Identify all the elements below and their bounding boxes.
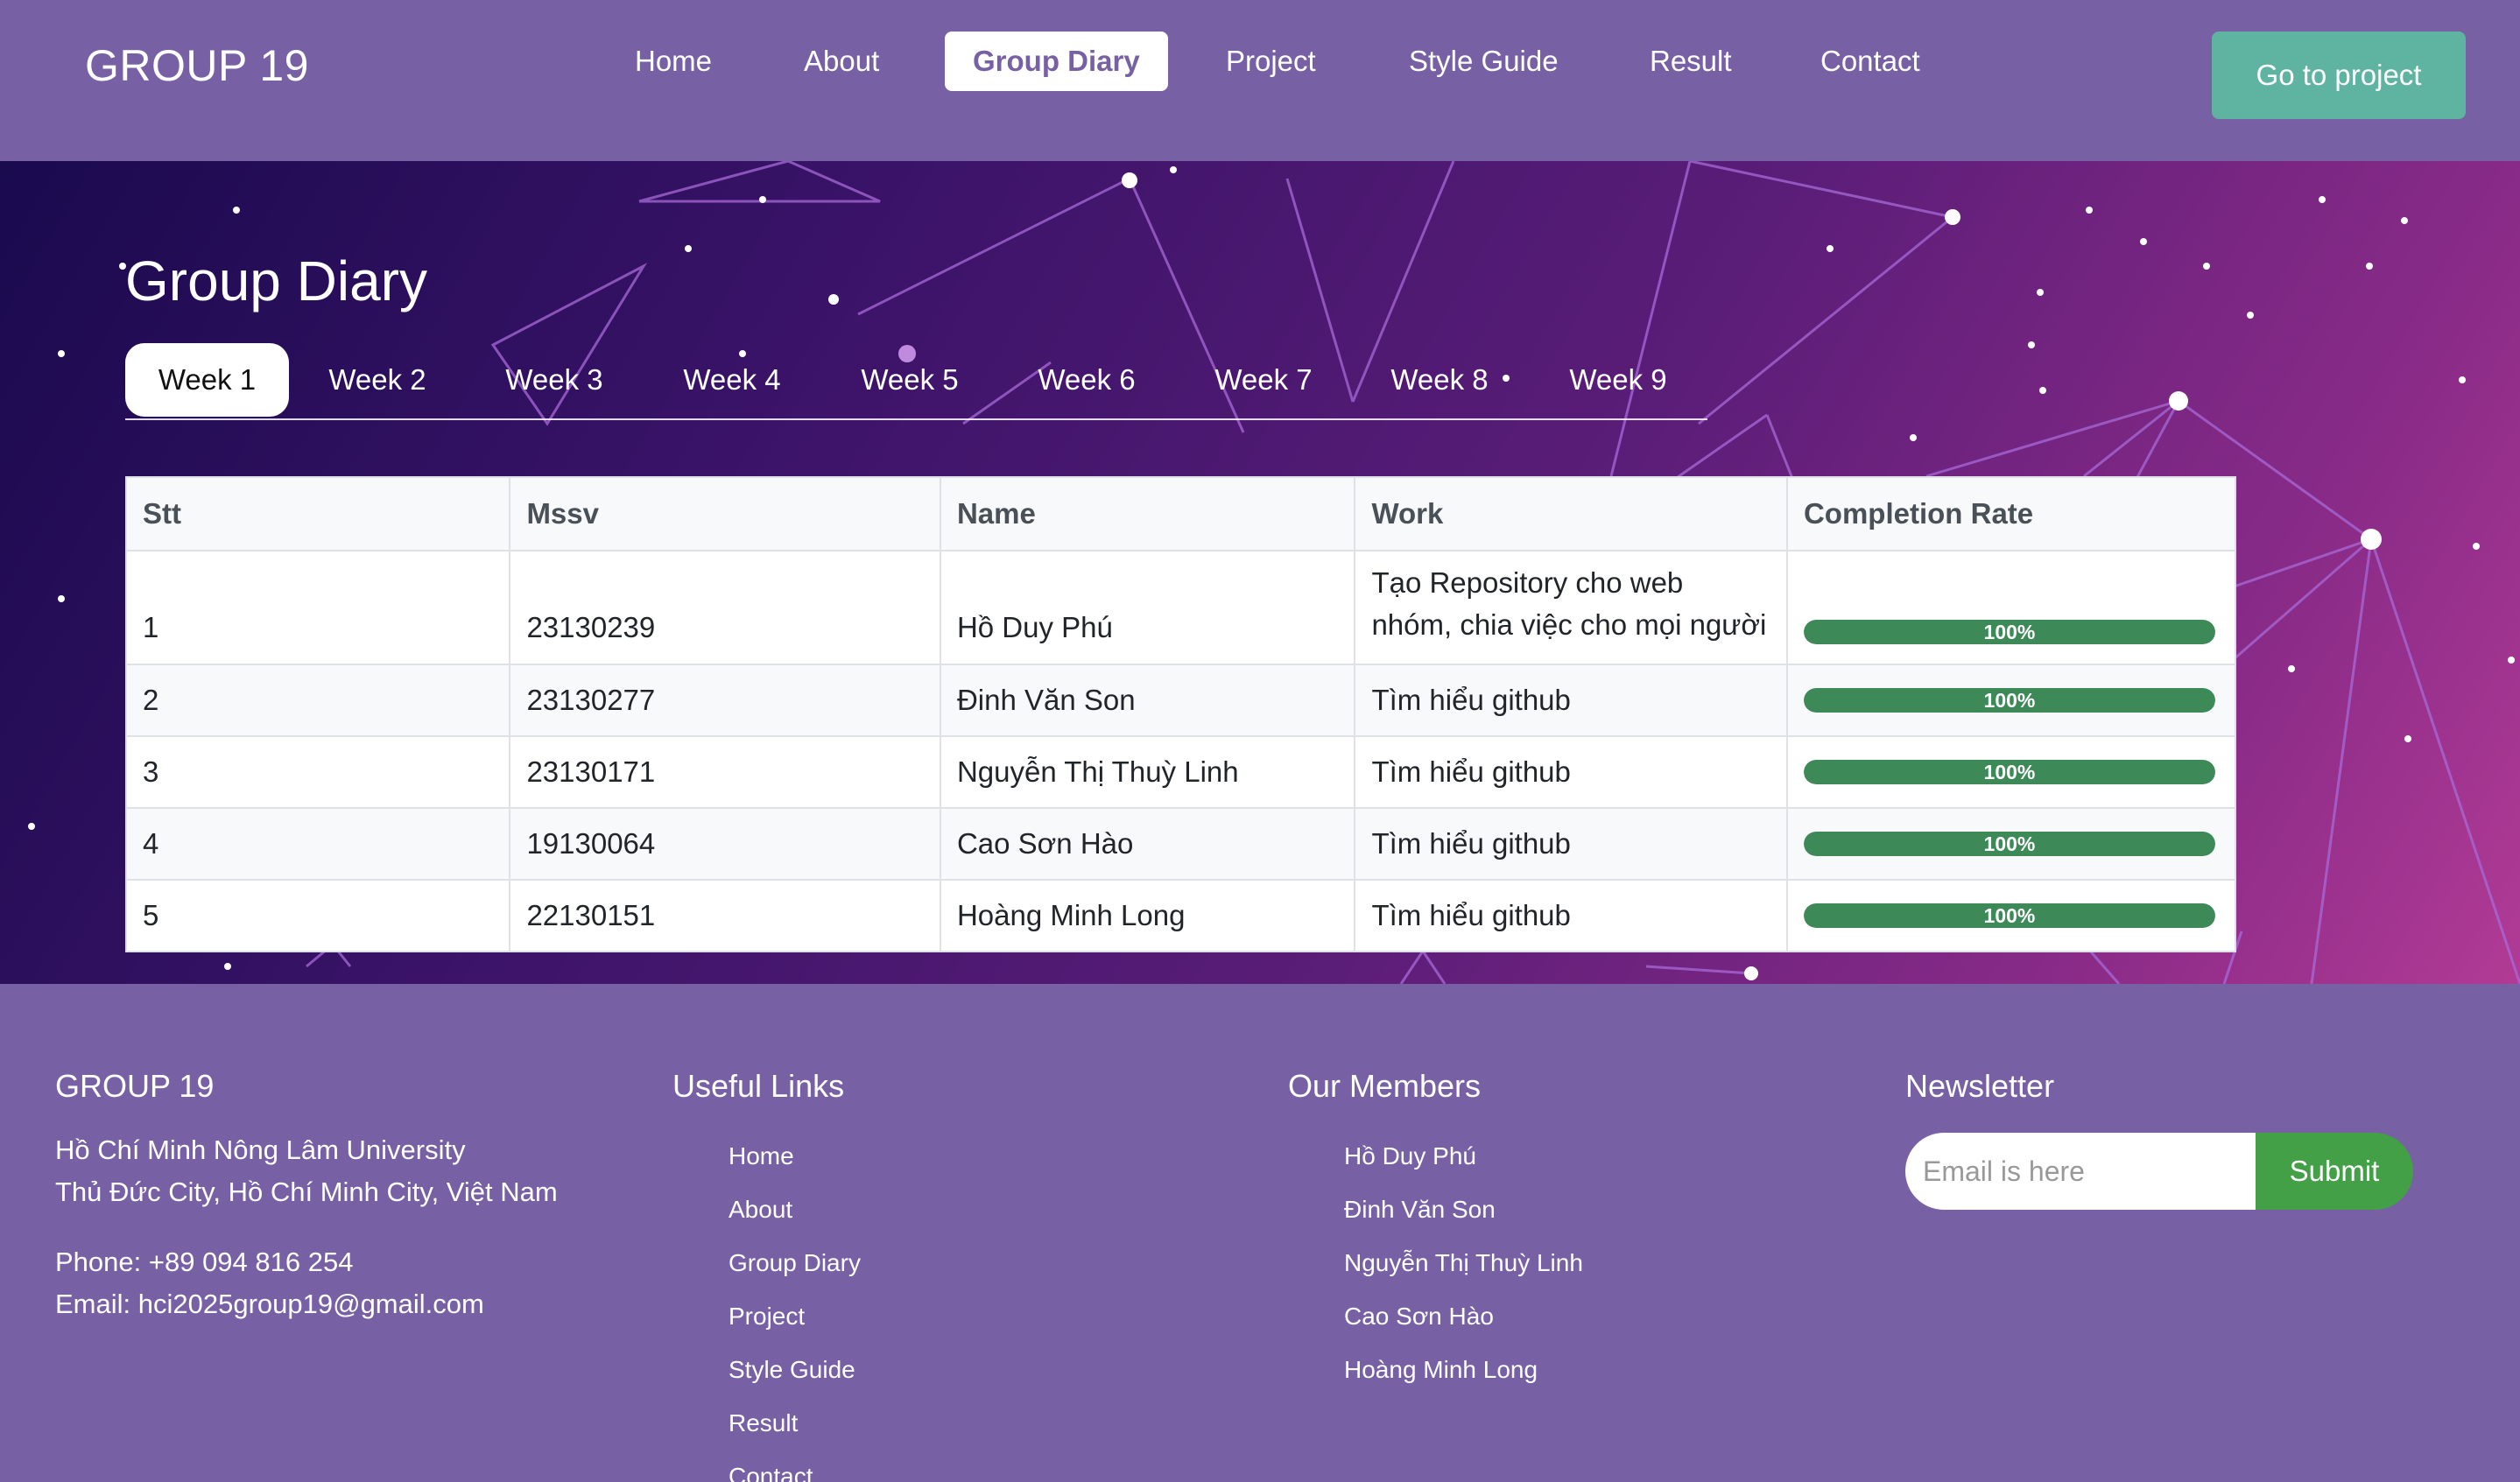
footer-link-about[interactable]: About [729,1183,861,1236]
progress-bar: 100% [1803,832,2215,856]
footer-email[interactable]: Email: hci2025group19@gmail.com [55,1283,558,1325]
footer-address: Thủ Đức City, Hồ Chí Minh City, Việt Nam [55,1176,558,1207]
cell-name: Hồ Duy Phú [939,550,1356,665]
header-mssv: Mssv [509,476,941,551]
footer-link-project[interactable]: Project [729,1289,861,1343]
cell-mssv: 23130171 [509,735,941,809]
tab-week-1[interactable]: Week 1 [125,343,289,417]
progress-bar: 100% [1803,760,2215,784]
cell-work: Tìm hiểu github [1354,735,1788,809]
cell-name: Hoàng Minh Long [939,879,1356,952]
cell-work: Tìm hiểu github [1354,664,1788,737]
cell-work: Tìm hiểu github [1354,879,1788,952]
footer: GROUP 19 Hồ Chí Minh Nông Lâm University… [0,984,2520,1482]
newsletter-email-input[interactable] [1905,1133,2257,1210]
cell-mssv: 23130239 [509,550,941,665]
cell-completion: 100% [1785,550,2237,665]
cell-mssv: 19130064 [509,807,941,881]
cell-stt: 1 [124,550,511,665]
cell-name: Đinh Văn Son [939,664,1356,737]
week-tabs: Week 1 Week 2 Week 3 Week 4 Week 5 Week … [125,343,1707,420]
cell-completion: 100% [1785,879,2237,952]
tab-week-2[interactable]: Week 2 [312,343,443,417]
progress-fill: 100% [1803,688,2215,713]
member-link[interactable]: Cao Sơn Hào [1344,1289,1583,1343]
nav-project[interactable]: Project [1198,32,1344,91]
footer-link-group-diary[interactable]: Group Diary [729,1236,861,1289]
progress-fill: 100% [1803,903,2215,928]
nav-group-diary[interactable]: Group Diary [945,32,1168,91]
footer-link-contact[interactable]: Contact [729,1450,861,1482]
tab-week-6[interactable]: Week 6 [1021,343,1152,417]
newsletter-submit-button[interactable]: Submit [2256,1133,2413,1210]
cell-work: Tìm hiểu github [1354,807,1788,881]
footer-link-home[interactable]: Home [729,1129,861,1183]
useful-links-list: Home About Group Diary Project Style Gui… [729,1129,861,1482]
cell-name: Cao Sơn Hào [939,807,1356,881]
nav-about[interactable]: About [776,32,907,91]
cell-completion: 100% [1785,735,2237,809]
footer-members: Our Members Hồ Duy Phú Đinh Văn Son Nguy… [1288,1068,1583,1396]
cell-completion: 100% [1785,807,2237,881]
table-row: 4 19130064 Cao Sơn Hào Tìm hiểu github 1… [124,807,2237,881]
nav-result[interactable]: Result [1622,32,1760,91]
footer-phone: Phone: +89 094 816 254 [55,1247,354,1277]
footer-brand: GROUP 19 [55,1068,215,1104]
table-row: 3 23130171 Nguyễn Thị Thuỳ Linh Tìm hiểu… [124,735,2237,809]
header-name: Name [939,476,1356,551]
go-to-project-button[interactable]: Go to project [2212,32,2466,119]
cell-stt: 4 [124,807,511,881]
newsletter-heading: Newsletter [1905,1068,2055,1104]
cell-stt: 5 [124,879,511,952]
page-title: Group Diary [125,249,427,313]
table-row: 2 23130277 Đinh Văn Son Tìm hiểu github … [124,664,2237,737]
cell-mssv: 22130151 [509,879,941,952]
footer-newsletter: Newsletter [1905,1068,2054,1129]
table-row: 5 22130151 Hoàng Minh Long Tìm hiểu gith… [124,879,2237,952]
newsletter-form: Submit [1905,1133,2413,1210]
members-list: Hồ Duy Phú Đinh Văn Son Nguyễn Thị Thuỳ … [1344,1129,1583,1396]
useful-links-heading: Useful Links [672,1068,845,1104]
progress-bar: 100% [1803,903,2215,928]
nav-home[interactable]: Home [607,32,740,91]
members-heading: Our Members [1288,1068,1482,1104]
hero-section: Group Diary Week 1 Week 2 Week 3 Week 4 … [0,161,2520,984]
cell-stt: 2 [124,664,511,737]
top-navbar: GROUP 19 Home About Group Diary Project … [0,0,2520,161]
tab-week-9[interactable]: Week 9 [1552,343,1684,417]
progress-bar: 100% [1803,688,2215,713]
cell-work: Tạo Repository cho web nhóm, chia việc c… [1354,550,1788,665]
member-link[interactable]: Nguyễn Thị Thuỳ Linh [1344,1236,1583,1289]
cell-completion: 100% [1785,664,2237,737]
progress-fill: 100% [1803,760,2215,784]
nav-style-guide[interactable]: Style Guide [1381,32,1587,91]
table-header-row: Stt Mssv Name Work Completion Rate [124,476,2237,551]
nav-contact[interactable]: Contact [1792,32,1948,91]
diary-table: Stt Mssv Name Work Completion Rate 1 231… [124,476,2237,952]
progress-bar: 100% [1803,620,2215,644]
tab-week-8[interactable]: Week 8 [1374,343,1505,417]
footer-useful-links: Useful Links Home About Group Diary Proj… [672,1068,861,1482]
member-link[interactable]: Đinh Văn Son [1344,1183,1583,1236]
nav-links: Home About Group Diary Project Style Gui… [0,0,2520,161]
cell-mssv: 23130277 [509,664,941,737]
tab-week-7[interactable]: Week 7 [1198,343,1329,417]
footer-about: GROUP 19 Hồ Chí Minh Nông Lâm University… [55,1068,558,1325]
tab-week-4[interactable]: Week 4 [666,343,798,417]
footer-link-style-guide[interactable]: Style Guide [729,1343,861,1396]
header-stt: Stt [124,476,511,551]
tab-week-5[interactable]: Week 5 [844,343,975,417]
footer-link-result[interactable]: Result [729,1396,861,1450]
cell-name: Nguyễn Thị Thuỳ Linh [939,735,1356,809]
footer-university: Hồ Chí Minh Nông Lâm University [55,1134,466,1165]
progress-fill: 100% [1803,620,2215,644]
member-link[interactable]: Hồ Duy Phú [1344,1129,1583,1183]
member-link[interactable]: Hoàng Minh Long [1344,1343,1583,1396]
tab-week-3[interactable]: Week 3 [489,343,620,417]
progress-fill: 100% [1803,832,2215,856]
table-row: 1 23130239 Hồ Duy Phú Tạo Repository cho… [124,550,2237,665]
header-completion-rate: Completion Rate [1785,476,2237,551]
header-work: Work [1354,476,1788,551]
cell-stt: 3 [124,735,511,809]
